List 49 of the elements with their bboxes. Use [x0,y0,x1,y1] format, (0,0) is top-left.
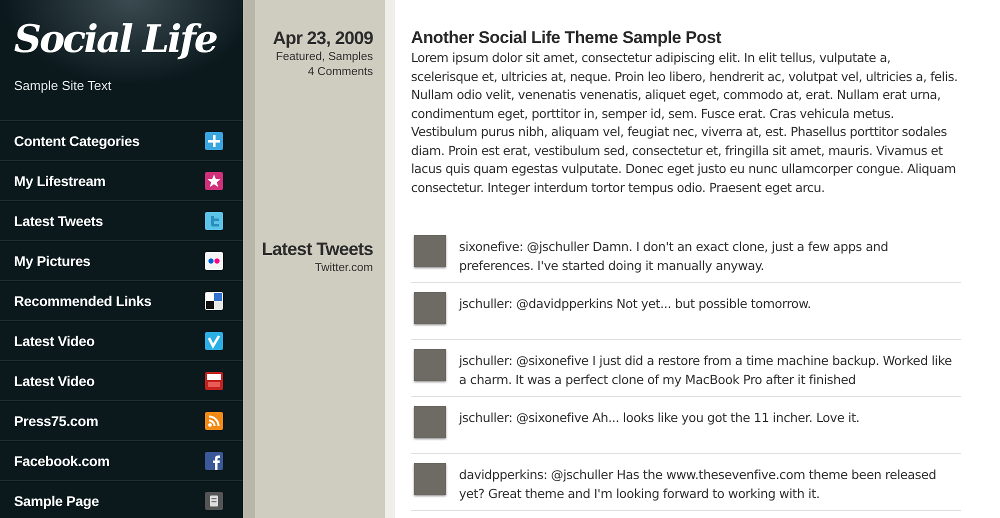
nav-label: My Pictures [14,252,90,268]
nav-label: Content Categories [14,132,140,148]
category-links[interactable]: Featured, Samples [276,51,373,63]
nav-link[interactable]: My Pictures [0,240,243,280]
video-icon [205,372,223,390]
bird-icon [205,212,223,230]
site-tagline: Sample Site Text [14,78,112,93]
site-logo[interactable]: Social Life [14,0,243,64]
vee-icon [205,332,223,350]
avatar-placeholder [414,349,446,381]
nav-link[interactable]: My Lifestream [0,160,243,200]
nav-label: Sample Page [14,492,99,508]
avatar-placeholder [414,235,446,267]
page-icon [205,492,223,510]
squares-icon [205,292,223,310]
nav-link[interactable]: Latest Tweets [0,200,243,240]
nav-link[interactable]: Latest Video [0,360,243,400]
post-date: Apr 23, 2009 [272,27,373,49]
facebook-icon [205,452,223,470]
plus-icon [205,132,223,150]
rss-icon [205,412,223,430]
nav-link[interactable]: Sample Page [0,480,243,518]
tweet-text: davidpperkins: @jschuller Has the www.thesevenfive.com theme been released yet? Great theme and I'm looking forward to working with it. [459,466,938,503]
post-body: Lorem ipsum dolor sit amet, consectetur adipiscing elit. In elit tellus, vulputate a, scelerisque et, ultricies at, neque. Proin leo libero, hendrerit ac, volutpat vel, ultricies a, felis. Nullam odio velit, venenatis venenatis, aliquet eget, commodo at, erat. Nullam erat urna, condimentum eget, porttitor in, semper id, sem. Fusce erat. Cras vehicula metus. Vestibulum purus nibh, aliquam vel, feugiat nec, viverra at, est. Phasellus porttitor sodales diam. Proin est erat, vestibulum sed, consectetur et, fringilla sit amet, mauris. Vivamus et lacus quis quam egestas vulputate. Donec eget justo eu nunc ullamcorper congue. Aliquam consectetur. Integer interdum tortor tempus odio. Praesent eget arcu. [411,49,959,197]
nav-link[interactable]: Press75.com [0,400,243,440]
tweet-text: jschuller: @sixonefive I just did a restore from a time machine backup. Worked like a charm. It was a perfect clone of my MacBook Pro after it finished [459,352,953,389]
avatar-placeholder [414,463,446,495]
section-source: Twitter.com [314,261,373,276]
tweet-text: sixonefive: @jschuller Damn. I don't an exact clone, just a few apps and preferences. I've started doing it manually anyway. [459,238,890,275]
tweet-text: jschuller: @davidpperkins Not yet... but possible tomorrow. [459,295,811,313]
nav-label: Facebook.com [14,452,110,468]
avatar-placeholder [414,292,446,324]
section-title: Latest Tweets [260,238,373,260]
nav-label: Press75.com [14,412,98,428]
nav-link[interactable]: Latest Video [0,320,243,360]
nav-link[interactable]: Content Categories [0,120,243,160]
avatar-placeholder [414,406,446,438]
star-icon [205,172,223,190]
tweet-text: jschuller: @sixonefive Ah... looks like you got the 11 incher. Love it. [459,409,860,427]
nav-link[interactable]: Recommended Links [0,280,243,320]
nav-label: My Lifestream [14,172,106,188]
nav-label: Latest Video [14,372,95,388]
nav-label: Recommended Links [14,292,152,308]
post-title[interactable]: Another Social Life Theme Sample Post [411,27,961,49]
comments-link[interactable]: 4 Comments [308,66,373,78]
nav-label: Latest Video [14,332,95,348]
nav-label: Latest Tweets [14,212,103,228]
nav-link[interactable]: Facebook.com [0,440,243,480]
dots-icon [205,252,223,270]
